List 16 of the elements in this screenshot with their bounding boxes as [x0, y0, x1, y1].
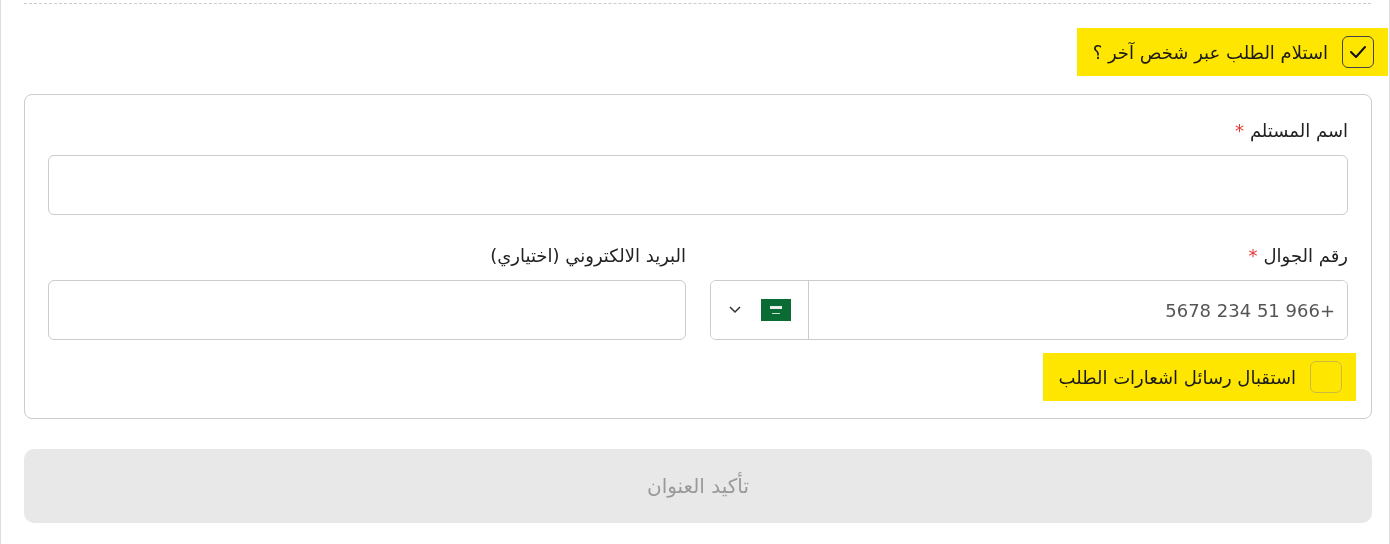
- text-field[interactable]: [48, 155, 1348, 215]
- country-code-dropdown[interactable]: [711, 281, 809, 339]
- flag-icon: [760, 299, 791, 321]
- field-label: البريد الالكتروني (اختياري): [490, 244, 686, 266]
- checkbox[interactable]: [1310, 361, 1342, 393]
- checkbox-label: استلام الطلب عبر شخص آخر ؟: [1092, 41, 1328, 63]
- checkbox[interactable]: [1342, 36, 1374, 68]
- required-mark: *: [1234, 119, 1244, 141]
- field-label: رقم الجوال: [1263, 244, 1348, 266]
- text-field[interactable]: [48, 280, 686, 340]
- checkbox-label: استقبال رسائل اشعارات الطلب: [1058, 366, 1296, 388]
- required-mark: *: [1248, 244, 1258, 266]
- phone-field[interactable]: +966 51 234 5678: [710, 280, 1348, 340]
- field-label: اسم المستلم: [1249, 119, 1348, 141]
- chevron-down-icon: [728, 306, 741, 314]
- check-icon: [1349, 45, 1367, 59]
